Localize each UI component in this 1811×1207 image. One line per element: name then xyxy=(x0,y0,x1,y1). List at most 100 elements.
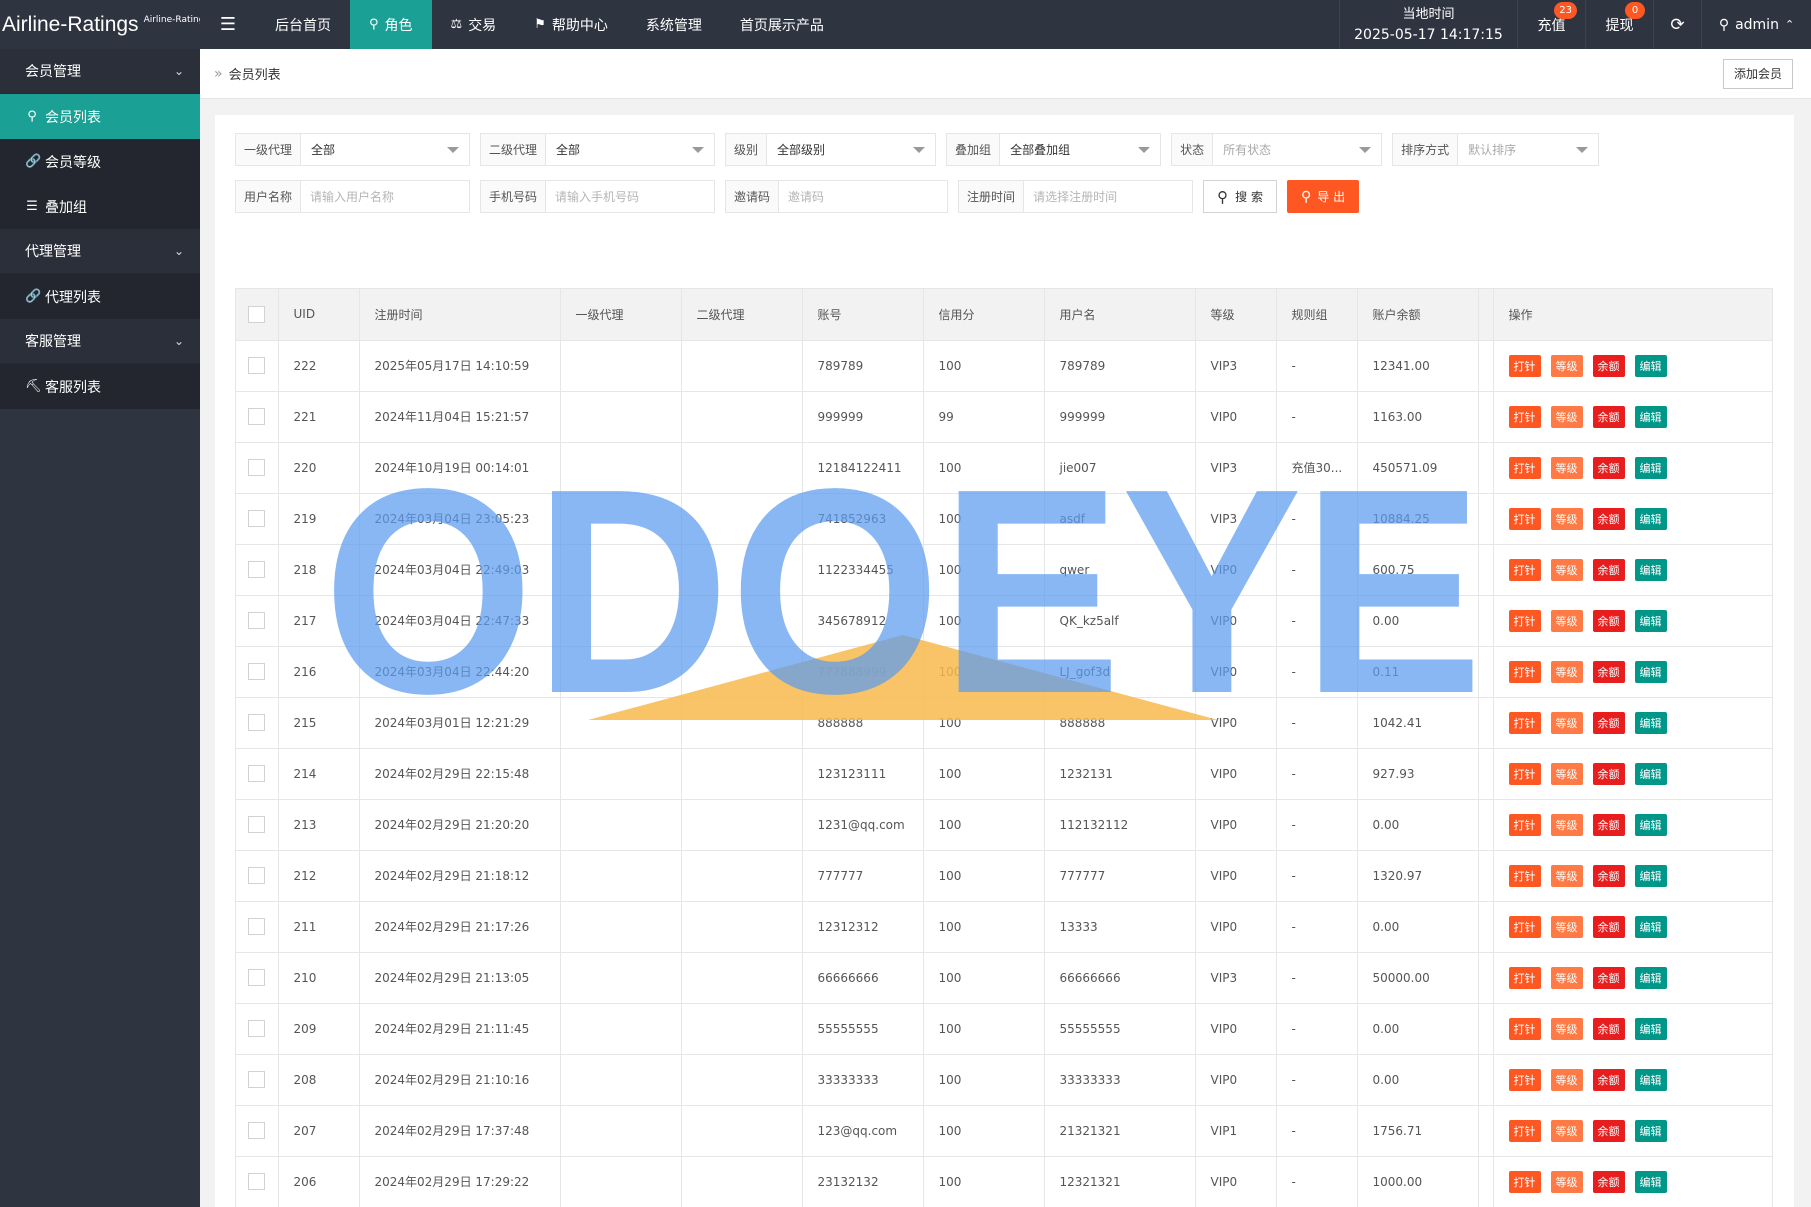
breadcrumb-current[interactable]: 会员列表 xyxy=(229,64,281,83)
edit-button[interactable]: 编辑 xyxy=(1634,405,1667,428)
punch-button[interactable]: 打针 xyxy=(1508,1170,1541,1193)
balance-button[interactable]: 余额 xyxy=(1592,1068,1625,1091)
punch-button[interactable]: 打针 xyxy=(1508,711,1541,734)
edit-button[interactable]: 编辑 xyxy=(1634,660,1667,683)
punch-button[interactable]: 打针 xyxy=(1508,660,1541,683)
sidebar-item-agent-list[interactable]: 🔗 代理列表 xyxy=(0,274,200,319)
nav-role[interactable]: ⚲ 角色 xyxy=(350,0,432,49)
col-level1-agent[interactable]: 一级代理 xyxy=(560,289,682,341)
balance-button[interactable]: 余额 xyxy=(1592,711,1625,734)
edit-button[interactable]: 编辑 xyxy=(1634,711,1667,734)
col-level2-agent[interactable]: 二级代理 xyxy=(681,289,803,341)
level-button[interactable]: 等级 xyxy=(1550,864,1583,887)
register-time-input[interactable] xyxy=(1024,181,1193,212)
level-button[interactable]: 等级 xyxy=(1550,558,1583,581)
edit-button[interactable]: 编辑 xyxy=(1634,507,1667,530)
balance-button[interactable]: 余额 xyxy=(1592,456,1625,479)
nav-home[interactable]: 后台首页 xyxy=(256,0,350,49)
level-button[interactable]: 等级 xyxy=(1550,405,1583,428)
balance-button[interactable]: 余额 xyxy=(1592,1017,1625,1040)
balance-button[interactable]: 余额 xyxy=(1592,507,1625,530)
col-balance[interactable]: 账户余额 xyxy=(1357,289,1479,341)
sort-select[interactable]: 默认排序 xyxy=(1458,134,1598,165)
punch-button[interactable]: 打针 xyxy=(1508,558,1541,581)
overlay-group-select[interactable]: 全部叠加组 xyxy=(1000,134,1160,165)
col-rule-group[interactable]: 规则组 xyxy=(1276,289,1358,341)
punch-button[interactable]: 打针 xyxy=(1508,966,1541,989)
edit-button[interactable]: 编辑 xyxy=(1634,558,1667,581)
edit-button[interactable]: 编辑 xyxy=(1634,354,1667,377)
row-checkbox[interactable] xyxy=(248,969,266,986)
row-checkbox[interactable] xyxy=(248,714,266,731)
level-button[interactable]: 等级 xyxy=(1550,660,1583,683)
sidebar-group-agents[interactable]: 代理管理 ⌄ xyxy=(0,229,200,274)
row-checkbox[interactable] xyxy=(248,1020,266,1037)
balance-button[interactable]: 余额 xyxy=(1592,813,1625,836)
balance-button[interactable]: 余额 xyxy=(1592,864,1625,887)
user-menu[interactable]: ⚲ admin ⌃ xyxy=(1701,0,1811,49)
edit-button[interactable]: 编辑 xyxy=(1634,864,1667,887)
sidebar-item-overlay-group[interactable]: ☰ 叠加组 xyxy=(0,184,200,229)
level-button[interactable]: 等级 xyxy=(1550,1017,1583,1040)
withdraw-button[interactable]: 提现 0 xyxy=(1585,0,1653,49)
balance-button[interactable]: 余额 xyxy=(1592,966,1625,989)
level1-agent-select[interactable]: 全部 xyxy=(301,134,469,165)
level-button[interactable]: 等级 xyxy=(1550,1170,1583,1193)
username-input[interactable] xyxy=(301,181,470,212)
invite-code-input[interactable] xyxy=(779,181,948,212)
col-credit[interactable]: 信用分 xyxy=(923,289,1045,341)
edit-button[interactable]: 编辑 xyxy=(1634,1017,1667,1040)
row-checkbox[interactable] xyxy=(248,357,266,374)
level-button[interactable]: 等级 xyxy=(1550,762,1583,785)
phone-input[interactable] xyxy=(546,181,715,212)
edit-button[interactable]: 编辑 xyxy=(1634,813,1667,836)
level-button[interactable]: 等级 xyxy=(1550,507,1583,530)
level-select[interactable]: 全部级别 xyxy=(767,134,935,165)
row-checkbox[interactable] xyxy=(248,816,266,833)
row-checkbox[interactable] xyxy=(248,510,266,527)
row-checkbox[interactable] xyxy=(248,1122,266,1139)
col-uid[interactable]: UID xyxy=(278,289,360,341)
search-button[interactable]: ⚲ 搜 索 xyxy=(1203,180,1278,213)
level-button[interactable]: 等级 xyxy=(1550,711,1583,734)
punch-button[interactable]: 打针 xyxy=(1508,864,1541,887)
punch-button[interactable]: 打针 xyxy=(1508,1119,1541,1142)
recharge-button[interactable]: 充值 23 xyxy=(1517,0,1585,49)
balance-button[interactable]: 余额 xyxy=(1592,558,1625,581)
punch-button[interactable]: 打针 xyxy=(1508,915,1541,938)
edit-button[interactable]: 编辑 xyxy=(1634,1119,1667,1142)
level-button[interactable]: 等级 xyxy=(1550,966,1583,989)
sidebar-group-members[interactable]: 会员管理 ⌄ xyxy=(0,49,200,94)
nav-products[interactable]: 首页展示产品 xyxy=(721,0,843,49)
balance-button[interactable]: 余额 xyxy=(1592,405,1625,428)
punch-button[interactable]: 打针 xyxy=(1508,456,1541,479)
edit-button[interactable]: 编辑 xyxy=(1634,915,1667,938)
edit-button[interactable]: 编辑 xyxy=(1634,966,1667,989)
app-logo[interactable]: Airline-Ratings Airline-Ratings xyxy=(0,0,200,49)
sidebar-item-member-list[interactable]: ⚲ 会员列表 xyxy=(0,94,200,139)
col-account[interactable]: 账号 xyxy=(802,289,924,341)
punch-button[interactable]: 打针 xyxy=(1508,609,1541,632)
level-button[interactable]: 等级 xyxy=(1550,813,1583,836)
sidebar-item-support-list[interactable]: ⛏ 客服列表 xyxy=(0,364,200,409)
balance-button[interactable]: 余额 xyxy=(1592,354,1625,377)
level-button[interactable]: 等级 xyxy=(1550,915,1583,938)
row-checkbox[interactable] xyxy=(248,918,266,935)
punch-button[interactable]: 打针 xyxy=(1508,813,1541,836)
edit-button[interactable]: 编辑 xyxy=(1634,1068,1667,1091)
edit-button[interactable]: 编辑 xyxy=(1634,762,1667,785)
balance-button[interactable]: 余额 xyxy=(1592,1119,1625,1142)
balance-button[interactable]: 余额 xyxy=(1592,1170,1625,1193)
level-button[interactable]: 等级 xyxy=(1550,1068,1583,1091)
row-checkbox[interactable] xyxy=(248,408,266,425)
row-checkbox[interactable] xyxy=(248,1071,266,1088)
punch-button[interactable]: 打针 xyxy=(1508,1017,1541,1040)
row-checkbox[interactable] xyxy=(248,1173,266,1190)
row-checkbox[interactable] xyxy=(248,459,266,476)
balance-button[interactable]: 余额 xyxy=(1592,762,1625,785)
nav-trade[interactable]: ⚖ 交易 xyxy=(432,0,516,49)
balance-button[interactable]: 余额 xyxy=(1592,915,1625,938)
nav-help[interactable]: ⚑ 帮助中心 xyxy=(515,0,627,49)
menu-toggle-icon[interactable]: ☰ xyxy=(208,0,248,49)
sidebar-group-support[interactable]: 客服管理 ⌄ xyxy=(0,319,200,364)
